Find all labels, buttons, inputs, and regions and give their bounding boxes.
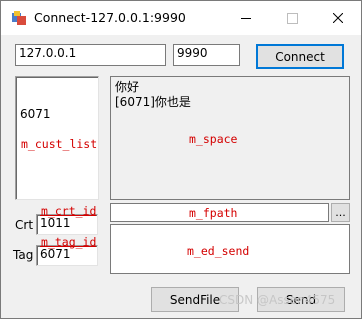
connect-window: Connect-127.0.0.1:9990 127.0.0.1 9990 Co… xyxy=(0,0,362,319)
browse-button[interactable]: ... xyxy=(331,203,350,222)
tag-id-marker xyxy=(40,246,96,247)
message-line: [6071]你也是 xyxy=(115,95,191,109)
send-button[interactable]: Send xyxy=(257,287,345,312)
send-file-button[interactable]: SendFile xyxy=(151,287,239,312)
crt-id-marker xyxy=(40,215,96,216)
tag-label: Tag xyxy=(13,248,34,262)
window-title: Connect-127.0.0.1:9990 xyxy=(34,10,186,25)
port-input[interactable]: 9990 xyxy=(173,44,240,66)
crt-label: Crt xyxy=(15,218,34,232)
minimize-button[interactable] xyxy=(223,1,269,35)
send-message-input[interactable] xyxy=(110,224,350,274)
close-icon xyxy=(333,13,343,23)
connect-button[interactable]: Connect xyxy=(256,44,344,69)
message-display[interactable]: 你好 [6071]你也是 xyxy=(110,76,350,200)
ip-address-input[interactable]: 127.0.0.1 xyxy=(15,44,166,66)
message-line: 你好 xyxy=(115,80,140,94)
maximize-icon xyxy=(286,12,298,24)
list-item[interactable]: 6071 xyxy=(20,107,94,122)
minimize-icon xyxy=(241,17,251,19)
close-button[interactable] xyxy=(315,1,361,35)
customer-list[interactable]: 6071 xyxy=(15,76,99,200)
maximize-button[interactable] xyxy=(269,1,315,35)
tag-id-input[interactable]: 6071 xyxy=(36,245,98,266)
app-icon xyxy=(11,10,27,26)
title-bar[interactable]: Connect-127.0.0.1:9990 xyxy=(1,1,361,35)
file-path-input[interactable] xyxy=(110,203,329,222)
crt-id-input[interactable]: 1011 xyxy=(36,214,98,235)
